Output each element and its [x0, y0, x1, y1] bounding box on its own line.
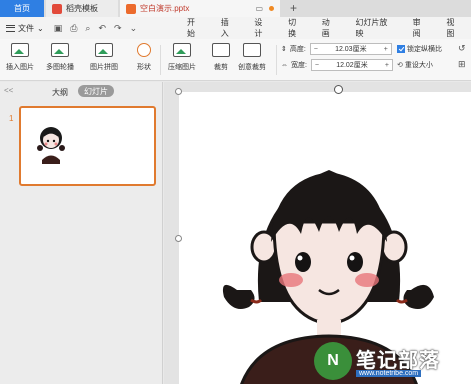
more-icon[interactable]: ⌄ [130, 23, 138, 34]
tab-transition[interactable]: 切换 [279, 17, 313, 39]
file-menu-label: 文件 [18, 23, 34, 33]
tab-insert[interactable]: 插入 [212, 17, 246, 39]
image-icon [11, 43, 29, 57]
watermark-site: www.notetribe.com [356, 370, 422, 377]
image-collage-button[interactable]: 图片拼图 [90, 43, 118, 72]
insert-image-button[interactable]: 插入图片 [6, 43, 34, 72]
slide-panel: << 大纲 幻灯片 1 [0, 82, 163, 384]
multi-outline-button[interactable]: 多图轮播 [46, 43, 74, 72]
height-control: ⇕ 高度: − 12.03厘米 + [281, 43, 392, 55]
tab-slideshow[interactable]: 幻灯片放映 [346, 17, 403, 39]
shape-icon [137, 43, 151, 57]
title-bar: 首页 稻壳模板 空白演示.pptx ▭ + [0, 0, 471, 17]
chat-icon[interactable]: ▭ [255, 4, 263, 13]
crop-icon [212, 43, 230, 57]
width-control: ⇔ 宽度: − 12.02厘米 + [281, 59, 393, 71]
file-menu[interactable]: 文件 ⌄ [6, 23, 44, 34]
width-decrement-button[interactable]: − [312, 62, 322, 69]
collage-icon [95, 43, 113, 57]
tab-design[interactable]: 设计 [245, 17, 279, 39]
wps-logo-icon [52, 3, 62, 14]
compress-image-label: 压缩图片 [168, 64, 196, 71]
checkbox-checked-icon [397, 45, 405, 53]
divider [276, 45, 277, 75]
watermark-logo-letter: N [327, 352, 339, 369]
thumbnail-girl-illustration [37, 127, 65, 164]
creative-crop-label: 创意裁剪 [238, 64, 266, 71]
height-icon: ⇕ [281, 46, 287, 53]
tab-home-label: 首页 [14, 4, 30, 13]
unsaved-dot-icon [269, 6, 274, 11]
resize-handle-w[interactable] [175, 235, 182, 242]
align-icon[interactable]: ⊞ [458, 59, 466, 70]
height-label: 高度: [289, 46, 306, 53]
insert-image-label: 插入图片 [6, 64, 34, 71]
tab-slides[interactable]: 幻灯片 [78, 85, 114, 97]
width-increment-button[interactable]: + [382, 62, 392, 69]
tab-start[interactable]: 开始 [178, 17, 212, 39]
hamburger-icon [6, 24, 15, 32]
height-decrement-button[interactable]: − [311, 46, 321, 53]
crop-label: 裁剪 [214, 64, 228, 71]
creative-crop-icon [243, 43, 261, 57]
ribbon: 插入图片 多图轮播 图片拼图 形状 压缩图片 裁剪 创意裁剪 ⇕ 高度: − 1… [0, 39, 471, 81]
height-input[interactable]: 12.03厘米 [321, 44, 381, 54]
width-stepper[interactable]: − 12.02厘米 + [310, 59, 393, 71]
crop-button[interactable]: 裁剪 [212, 43, 230, 72]
slide-number: 1 [9, 114, 14, 123]
tab-template-label: 稻壳模板 [66, 4, 98, 13]
watermark-title: 笔记部落 [356, 350, 440, 372]
compress-icon [173, 43, 191, 57]
width-label: 宽度: [291, 62, 307, 69]
rotate-icon[interactable]: ↺ [458, 43, 466, 54]
collapse-panel-button[interactable]: << [4, 86, 13, 95]
tab-outline[interactable]: 大纲 [52, 87, 68, 98]
height-stepper[interactable]: − 12.03厘米 + [309, 43, 392, 55]
reset-icon: ⟲ [397, 62, 403, 69]
carousel-icon [51, 43, 69, 57]
print-icon[interactable]: ⎙ [70, 23, 77, 34]
redo-icon[interactable]: ↷ [114, 23, 122, 34]
new-tab-button[interactable]: + [290, 1, 297, 15]
slide-thumbnail[interactable] [19, 106, 156, 186]
save-icon[interactable]: ▣ [54, 23, 63, 34]
presentation-icon [126, 3, 136, 14]
lock-ratio-checkbox[interactable]: 锁定纵横比 [397, 44, 442, 54]
divider [160, 45, 161, 75]
tab-template[interactable]: 稻壳模板 [46, 0, 118, 17]
slide-canvas[interactable] [164, 82, 471, 384]
tab-review[interactable]: 审阅 [404, 17, 438, 39]
shape-label: 形状 [137, 64, 151, 71]
width-icon: ⇔ [281, 61, 288, 69]
reset-size-button[interactable]: ⟲ 重设大小 [397, 60, 433, 70]
shape-button[interactable]: 形状 [137, 43, 151, 72]
resize-handle-nw[interactable] [175, 88, 182, 95]
tab-document-label: 空白演示.pptx [140, 4, 190, 13]
undo-icon[interactable]: ↶ [98, 23, 106, 34]
menu-bar: 文件 ⌄ ▣ ⎙ ⌕ ↶ ↷ ⌄ 开始 插入 设计 切换 动画 幻灯片放映 审阅… [0, 17, 471, 39]
watermark-logo-icon: N [314, 342, 352, 380]
lock-ratio-label: 锁定纵横比 [407, 46, 442, 53]
compress-image-button[interactable]: 压缩图片 [168, 43, 196, 72]
creative-crop-button[interactable]: 创意裁剪 [238, 43, 266, 72]
watermark: N 笔记部落 www.notetribe.com [310, 340, 471, 384]
ribbon-tabs: 开始 插入 设计 切换 动画 幻灯片放映 审阅 视图 [178, 17, 471, 39]
multi-outline-label: 多图轮播 [46, 64, 74, 71]
height-increment-button[interactable]: + [381, 46, 391, 53]
tab-home[interactable]: 首页 [0, 0, 44, 17]
width-input[interactable]: 12.02厘米 [322, 60, 382, 70]
tab-animation[interactable]: 动画 [313, 17, 347, 39]
rotate-handle[interactable] [334, 85, 343, 94]
print-preview-icon[interactable]: ⌕ [85, 23, 90, 34]
quick-access-toolbar: ▣ ⎙ ⌕ ↶ ↷ ⌄ [54, 23, 137, 34]
image-collage-label: 图片拼图 [90, 64, 118, 71]
tab-document[interactable]: 空白演示.pptx ▭ [120, 0, 280, 17]
chevron-down-icon: ⌄ [37, 23, 44, 33]
reset-size-label: 重设大小 [404, 62, 433, 69]
tab-view[interactable]: 视图 [437, 17, 471, 39]
